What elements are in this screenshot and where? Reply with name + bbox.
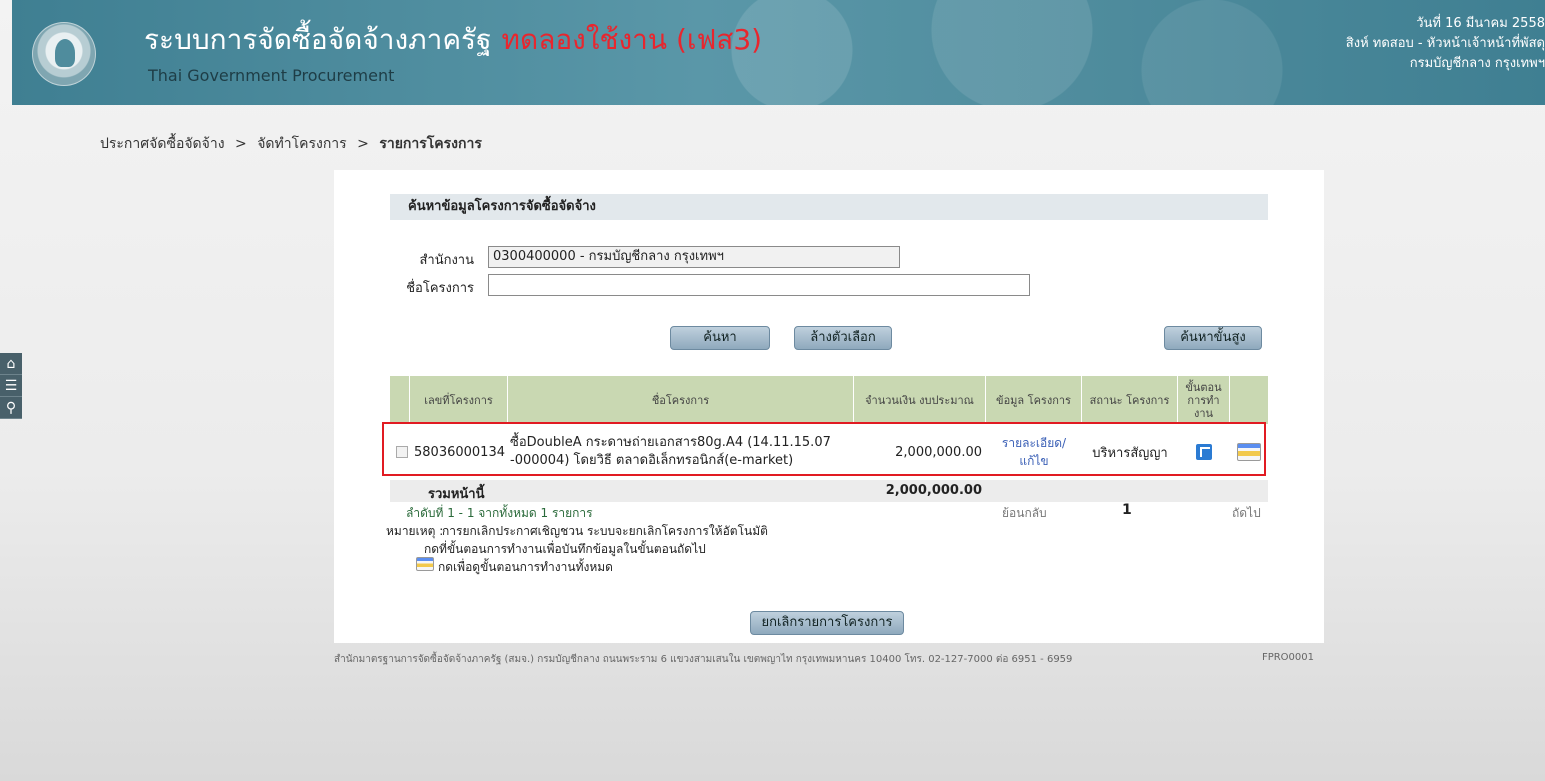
user-info: วันที่ 16 มีนาคม 2558 สิงห์ ทดสอบ - หัวห… (1346, 14, 1545, 74)
workflow-legend-icon (416, 557, 434, 571)
total-label: รวมหน้านี้ (428, 487, 485, 502)
pager-current-page[interactable]: 1 (1122, 502, 1132, 518)
note-line-2: กดที่ขั้นตอนการทำงานเพื่อบันทึกข้อมูลในข… (424, 542, 706, 556)
pager-next[interactable]: ถัดไป (1232, 504, 1261, 523)
workflow-step-cell (1178, 424, 1230, 480)
th-project-info: ข้อมูล โครงการ (986, 376, 1082, 424)
breadcrumb-item-announcement[interactable]: ประกาศจัดซื้อจัดจ้าง (100, 136, 225, 152)
project-no: 58036000134 (414, 444, 505, 460)
project-info-cell: รายละเอียด/ แก้ไข (986, 424, 1082, 480)
th-workflow-all (1230, 376, 1268, 424)
breadcrumb-separator: > (235, 136, 247, 152)
note-label: หมายเหตุ : (386, 524, 444, 538)
note-line-3: กดเพื่อดูขั้นตอนการทำงานทั้งหมด (438, 560, 613, 574)
app-title-text: ระบบการจัดซื้อจัดจ้างภาครัฐ (144, 23, 492, 56)
org-field[interactable]: 0300400000 - กรมบัญชีกลาง กรุงเทพฯ (488, 246, 900, 268)
th-project-name: ชื่อโครงการ (508, 376, 854, 424)
breadcrumb-separator: > (357, 136, 369, 152)
workflow-step-icon[interactable] (1196, 444, 1212, 460)
project-status: บริหารสัญญา (1092, 445, 1168, 461)
breadcrumb-item-create-project[interactable]: จัดทำโครงการ (257, 136, 346, 152)
footer: สำนักมาตรฐานการจัดซื้อจัดจ้างภาครัฐ (สมจ… (334, 652, 1324, 667)
note-line-1: การยกเลิกประกาศเชิญชวน ระบบจะยกเลิกโครงก… (442, 524, 768, 538)
budget-amount: 2,000,000.00 (895, 444, 982, 460)
org-label: สำนักงาน (419, 253, 474, 268)
breadcrumb: ประกาศจัดซื้อจัดจ้าง > จัดทำโครงการ > รา… (100, 133, 488, 155)
pager-summary: ลำดับที่ 1 - 1 จากทั้งหมด 1 รายการ (406, 506, 593, 520)
cancel-project-button[interactable]: ยกเลิกรายการโครงการ (750, 611, 904, 635)
total-amount: 2,000,000.00 (885, 483, 982, 498)
current-date: วันที่ 16 มีนาคม 2558 (1416, 16, 1545, 31)
table-row: 58036000134 ซื้อDoubleA กระดาษถ่ายเอกสาร… (390, 424, 1268, 480)
row-select-cell (390, 424, 410, 480)
th-budget: จำนวนเงิน งบประมาณ (854, 376, 986, 424)
breadcrumb-item-project-list: รายการโครงการ (379, 136, 482, 152)
search-button[interactable]: ค้นหา (670, 326, 770, 350)
pager-back[interactable]: ย้อนกลับ (1002, 504, 1047, 523)
project-name-cell: ซื้อDoubleA กระดาษถ่ายเอกสาร80g.A4 (14.1… (510, 424, 854, 480)
main-panel: ค้นหาข้อมูลโครงการจัดซื้อจัดจ้าง สำนักงา… (334, 170, 1324, 643)
footer-address: สำนักมาตรฐานการจัดซื้อจัดจ้างภาครัฐ (สมจ… (334, 654, 1073, 665)
project-name-line-1: ซื้อDoubleA กระดาษถ่ายเอกสาร80g.A4 (14.1… (510, 435, 831, 450)
clear-button[interactable]: ล้างตัวเลือก (794, 326, 892, 350)
project-name-label: ชื่อโครงการ (406, 281, 474, 296)
side-toolbar: ⌂ ☰ ⚲ (0, 353, 22, 419)
project-detail-link[interactable]: รายละเอียด/ (1002, 434, 1066, 452)
th-project-no: เลขที่โครงการ (410, 376, 508, 424)
search-icon[interactable]: ⚲ (0, 397, 22, 419)
menu-icon[interactable]: ☰ (0, 375, 22, 397)
page-code: FPRO0001 (1261, 652, 1314, 663)
user-name: สิงห์ ทดสอบ - หัวหน้าเจ้าหน้าที่พัสดุ (1345, 36, 1545, 51)
project-edit-link[interactable]: แก้ไข (1019, 452, 1048, 470)
project-name-line-2: -000004) โดยวิธี ตลาดอิเล็กทรอนิกส์(e-ma… (510, 453, 794, 468)
project-name-input[interactable] (488, 274, 1030, 296)
workflow-steps-icon[interactable] (1237, 443, 1261, 461)
app-header: ระบบการจัดซื้อจัดจ้างภาครัฐ ทดลองใช้งาน (… (12, 0, 1545, 105)
th-select (390, 376, 410, 424)
home-icon[interactable]: ⌂ (0, 353, 22, 375)
app-subtitle: Thai Government Procurement (148, 66, 395, 85)
trial-label: ทดลองใช้งาน (เฟส3) (501, 23, 763, 56)
app-title: ระบบการจัดซื้อจัดจ้างภาครัฐ ทดลองใช้งาน (… (144, 18, 762, 62)
user-organization: กรมบัญชีกลาง กรุงเทพฯ (1409, 56, 1545, 71)
th-status: สถานะ โครงการ (1082, 376, 1178, 424)
comptroller-logo (32, 22, 96, 86)
th-workflow-step: ขั้นตอน การทำ งาน (1178, 376, 1230, 424)
table-header: เลขที่โครงการ ชื่อโครงการ จำนวนเงิน งบปร… (390, 376, 1268, 424)
row-checkbox[interactable] (396, 446, 408, 458)
search-heading: ค้นหาข้อมูลโครงการจัดซื้อจัดจ้าง (390, 194, 1268, 220)
total-row: รวมหน้านี้ 2,000,000.00 (390, 480, 1268, 502)
advanced-search-button[interactable]: ค้นหาขั้นสูง (1164, 326, 1262, 350)
workflow-all-cell (1230, 424, 1268, 480)
